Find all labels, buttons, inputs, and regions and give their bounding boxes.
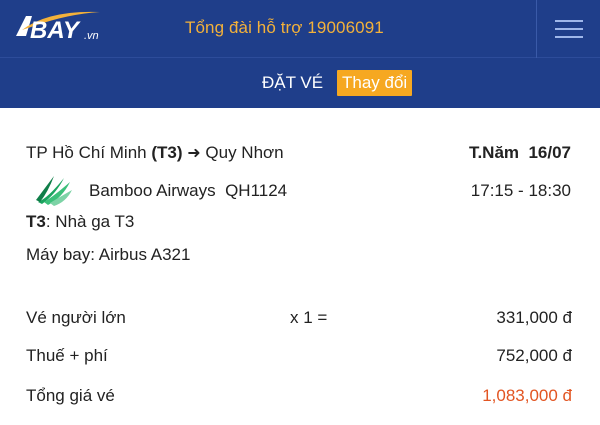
flight-route: TP Hồ Chí Minh (T3) ➜ Quy Nhơn bbox=[26, 143, 284, 163]
flight-number: QH1124 bbox=[225, 181, 288, 200]
tax-fee-row: Thuế + phí 752,000 đ bbox=[26, 346, 574, 368]
terminal-code: T3 bbox=[26, 212, 46, 231]
support-hotline[interactable]: Tổng đài hỗ trợ 19006091 bbox=[185, 18, 384, 38]
adult-fare-amount: 331,000 đ bbox=[496, 308, 572, 327]
menu-button[interactable] bbox=[536, 0, 600, 58]
logo-text: BAY bbox=[30, 17, 81, 44]
adult-fare-row: Vé người lớn x 1 = 331,000 đ bbox=[26, 308, 574, 330]
top-navigation-bar: BAY .vn Tổng đài hỗ trợ 19006091 bbox=[0, 0, 600, 58]
logo-domain: .vn bbox=[84, 30, 99, 42]
origin-terminal: (T3) bbox=[151, 143, 183, 162]
total-fare-label: Tổng giá vé bbox=[26, 386, 115, 405]
airline-and-flight-number: Bamboo Airways QH1124 bbox=[89, 181, 287, 201]
booking-bar: ĐẶT VÉ Thay đổi bbox=[0, 58, 600, 108]
terminal-info: T3: Nhà ga T3 bbox=[26, 212, 134, 232]
total-fare-row: Tổng giá vé 1,083,000 đ bbox=[26, 386, 574, 408]
abay-logo[interactable]: BAY .vn bbox=[8, 6, 108, 48]
aircraft-type: Máy bay: Airbus A321 bbox=[26, 245, 191, 264]
total-fare-amount: 1,083,000 đ bbox=[482, 386, 572, 405]
flight-time: 17:15 - 18:30 bbox=[470, 181, 571, 200]
origin-city: TP Hồ Chí Minh bbox=[26, 143, 147, 162]
arrow-right-icon: ➜ bbox=[187, 145, 201, 162]
tax-fee-label: Thuế + phí bbox=[26, 346, 108, 365]
tax-fee-amount: 752,000 đ bbox=[496, 346, 572, 365]
adult-fare-label: Vé người lớn bbox=[26, 308, 126, 327]
bamboo-airways-logo-icon bbox=[34, 172, 74, 208]
booking-title: ĐẶT VÉ bbox=[262, 73, 324, 92]
destination-city: Quy Nhơn bbox=[205, 143, 284, 162]
airline-name: Bamboo Airways bbox=[89, 181, 216, 200]
change-button[interactable]: Thay đổi bbox=[337, 70, 413, 96]
adult-passenger-count: x 1 = bbox=[290, 308, 328, 327]
hamburger-menu-icon bbox=[554, 20, 583, 38]
terminal-name: : Nhà ga T3 bbox=[45, 212, 135, 231]
flight-summary-card: TP Hồ Chí Minh (T3) ➜ Quy Nhơn T.Năm 16/… bbox=[0, 108, 600, 425]
flight-date: T.Năm 16/07 bbox=[468, 143, 571, 162]
